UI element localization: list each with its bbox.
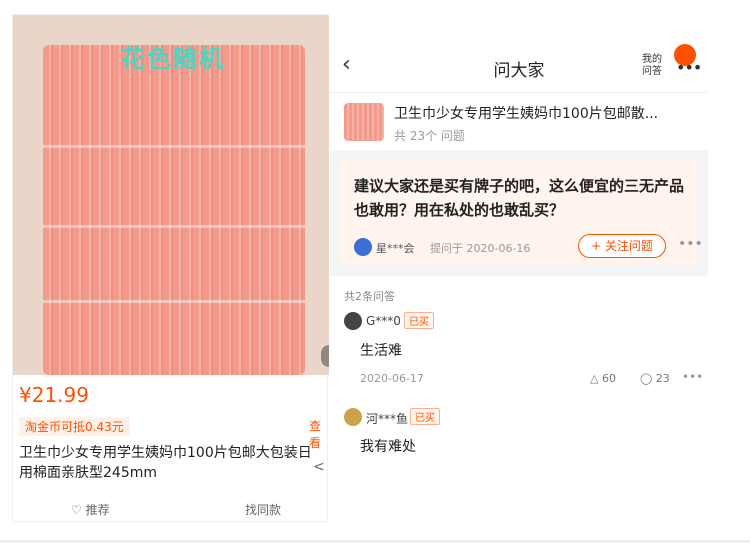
pad-row-divider bbox=[43, 225, 305, 228]
top-bar: ‹ 问大家 我的问答 ••• bbox=[330, 42, 708, 92]
question-more-icon[interactable]: ••• bbox=[678, 236, 703, 252]
ask-everyone-screen: ‹ 问大家 我的问答 ••• 卫生巾少女专用学生姨妈巾100片包邮散... 共 … bbox=[330, 42, 708, 462]
answer-text: 生活难 bbox=[360, 343, 402, 359]
bought-badge: 已买 bbox=[410, 408, 440, 425]
product-name: 卫生巾少女专用学生姨妈巾100片包邮散... bbox=[394, 106, 659, 122]
find-similar-button[interactable]: 找同款 bbox=[245, 501, 281, 518]
answer-text: 我有难处 bbox=[360, 439, 416, 455]
product-thumbnail bbox=[344, 103, 384, 141]
avatar bbox=[344, 408, 362, 426]
pad-row-divider bbox=[43, 300, 305, 303]
answerer-name: G***0 bbox=[366, 314, 401, 328]
answers-list: 共2条问答 G***0 已买 生活难 2020-06-17 △ 60 ◯ 23 … bbox=[330, 276, 708, 462]
question-text: 建议大家还是买有牌子的吧，这么便宜的三无产品也敢用？用在私处的也敢乱买？ bbox=[354, 177, 685, 219]
recommend-button[interactable]: ♡ 推荐 bbox=[71, 501, 110, 518]
avatar bbox=[344, 312, 362, 330]
question-count: 共 23个 问题 bbox=[394, 129, 465, 143]
answer-date: 2020-06-17 bbox=[360, 372, 424, 385]
answers-count: 共2条问答 bbox=[344, 290, 395, 303]
comment-button[interactable]: ◯ 23 bbox=[640, 372, 670, 385]
answerer-name: 河***鱼 bbox=[366, 412, 409, 426]
like-button[interactable]: △ 60 bbox=[590, 372, 616, 385]
product-price: ¥21.99 bbox=[19, 383, 89, 407]
share-icon[interactable]: < bbox=[313, 459, 331, 477]
avatar bbox=[354, 238, 372, 256]
asker-name: 星***会 bbox=[376, 242, 415, 255]
answer-more-icon[interactable]: ••• bbox=[682, 370, 703, 384]
my-questions-link[interactable]: 我的问答 bbox=[640, 54, 664, 78]
asked-date: 提问于 2020-06-16 bbox=[430, 242, 531, 255]
product-image[interactable]: 花色随机 bbox=[13, 15, 329, 375]
product-actions: ♡ 推荐 找同款 bbox=[13, 499, 329, 521]
pad-row-divider bbox=[43, 145, 305, 148]
follow-question-button[interactable]: + 关注问题 bbox=[578, 234, 666, 258]
image-overlay-text: 花色随机 bbox=[121, 45, 225, 73]
bought-badge: 已买 bbox=[404, 312, 434, 329]
question-card: 建议大家还是买有牌子的吧，这么便宜的三无产品也敢用？用在私处的也敢乱买？ 星**… bbox=[340, 158, 703, 266]
product-summary[interactable]: 卫生巾少女专用学生姨妈巾100片包邮散... 共 23个 问题 bbox=[330, 92, 708, 150]
product-title[interactable]: 卫生巾少女专用学生姨妈巾100片包邮大包装日用棉面亲肤型245mm bbox=[19, 443, 315, 483]
more-menu-icon[interactable]: ••• bbox=[676, 58, 702, 77]
image-next-arrow-icon[interactable] bbox=[321, 345, 329, 367]
pads-package bbox=[43, 45, 305, 375]
coin-discount-badge: 淘金币可抵0.43元 bbox=[19, 417, 130, 436]
product-panel: 花色随机 ¥21.99 淘金币可抵0.43元 查看 卫生巾少女专用学生姨妈巾10… bbox=[12, 14, 331, 522]
